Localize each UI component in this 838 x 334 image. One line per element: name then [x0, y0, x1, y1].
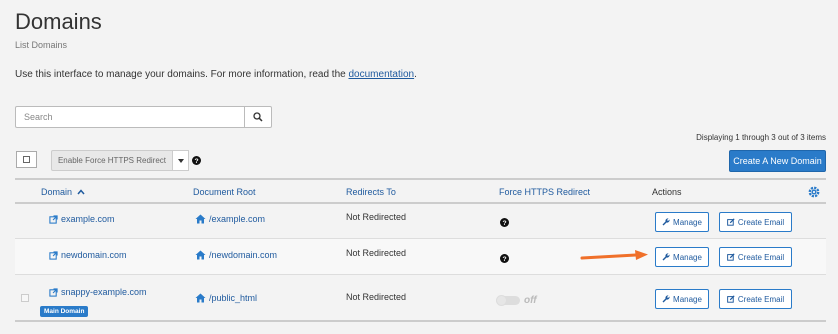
create-new-domain-button[interactable]: Create A New Domain [729, 150, 826, 172]
page-title: Domains [15, 9, 102, 34]
manage-button[interactable]: Manage [655, 212, 709, 232]
help-icon[interactable]: ? [500, 218, 509, 227]
search-bar [15, 106, 272, 128]
search-button[interactable] [245, 106, 272, 128]
manage-button[interactable]: Manage [655, 247, 709, 267]
table-row: newdomain.com /newdomain.com Not Redirec… [15, 239, 826, 275]
document-root-link[interactable]: /example.com [195, 214, 265, 224]
create-email-button[interactable]: Create Email [719, 212, 792, 232]
svg-text:?: ? [502, 220, 506, 227]
external-link-icon [49, 287, 58, 297]
wrench-icon [662, 218, 670, 226]
select-all-checkbox[interactable] [16, 151, 37, 168]
gear-icon[interactable] [808, 186, 820, 198]
actions-column-header: Actions [652, 187, 682, 197]
displaying-count: Displaying 1 through 3 out of 3 items [696, 133, 826, 142]
document-root-column-header[interactable]: Document Root [193, 187, 256, 197]
help-icon[interactable]: ? [500, 254, 509, 263]
external-link-icon [49, 250, 58, 260]
force-https-toggle[interactable]: off [496, 295, 537, 306]
domain-link[interactable]: newdomain.com [49, 250, 127, 260]
wrench-icon [662, 295, 670, 303]
redirect-status: Not Redirected [346, 212, 407, 222]
annotation-arrow-icon [580, 250, 648, 260]
document-root-link[interactable]: /newdomain.com [195, 250, 277, 260]
domain-column-header[interactable]: Domain [41, 187, 85, 197]
svg-text:?: ? [194, 158, 198, 165]
edit-icon [727, 253, 735, 261]
table-header: Domain Document Root Redirects To Force … [15, 178, 826, 204]
edit-icon [727, 218, 735, 226]
edit-icon [727, 295, 735, 303]
sort-up-icon [76, 189, 85, 195]
help-icon[interactable]: ? [192, 156, 201, 165]
table-row: snappy-example.com Main Domain /public_h… [15, 275, 826, 322]
home-icon [195, 250, 206, 260]
domains-table: Domain Document Root Redirects To Force … [15, 178, 826, 322]
redirects-to-column-header[interactable]: Redirects To [346, 187, 396, 197]
main-domain-badge: Main Domain [40, 306, 89, 317]
caret-down-icon [177, 158, 184, 163]
create-email-button[interactable]: Create Email [719, 289, 792, 309]
force-https-column-header[interactable]: Force HTTPS Redirect [499, 187, 590, 197]
table-row: example.com /example.com Not Redirected … [15, 204, 826, 239]
svg-text:?: ? [502, 256, 506, 263]
documentation-link[interactable]: documentation [349, 69, 415, 80]
domain-link[interactable]: snappy-example.com [49, 287, 147, 297]
document-root-link[interactable]: /public_html [195, 293, 257, 303]
wrench-icon [662, 253, 670, 261]
search-input[interactable] [15, 106, 245, 128]
redirect-status: Not Redirected [346, 292, 407, 302]
search-icon [253, 112, 263, 122]
create-email-button[interactable]: Create Email [719, 247, 792, 267]
redirect-status: Not Redirected [346, 248, 407, 258]
enable-force-https-button[interactable]: Enable Force HTTPS Redirect [51, 150, 173, 171]
home-icon [195, 214, 206, 224]
intro-text: Use this interface to manage your domain… [15, 69, 417, 80]
toggle-state-label: off [524, 295, 537, 306]
manage-button[interactable]: Manage [655, 289, 709, 309]
force-https-dropdown-toggle[interactable] [173, 150, 189, 171]
home-icon [195, 293, 206, 303]
row-checkbox[interactable] [21, 294, 29, 302]
external-link-icon [49, 214, 58, 224]
domain-link[interactable]: example.com [49, 214, 115, 224]
page-subtitle: List Domains [15, 40, 68, 50]
